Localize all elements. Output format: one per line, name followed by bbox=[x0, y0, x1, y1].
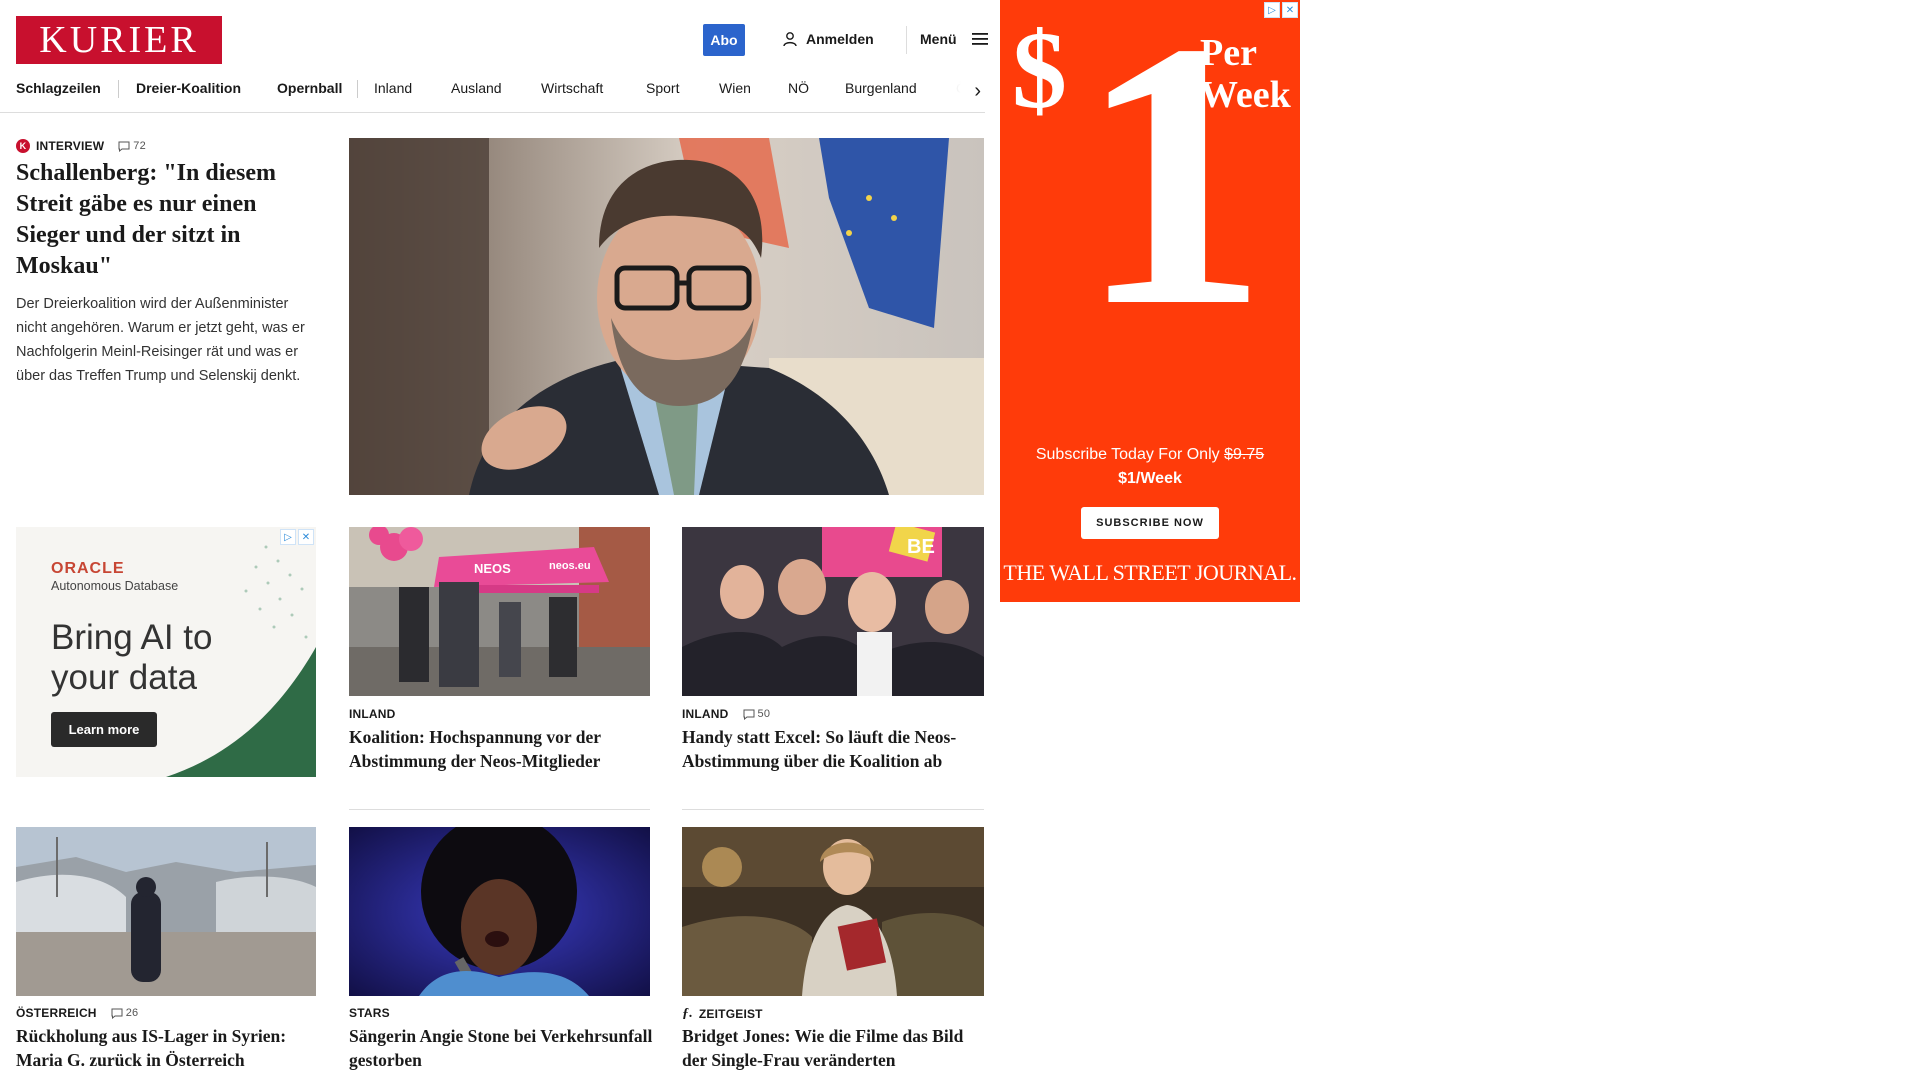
nav-item-wien[interactable]: Wien bbox=[719, 80, 751, 96]
article-image-neos-tent[interactable]: NEOS neos.eu bbox=[349, 527, 650, 696]
nav-item-wirtschaft[interactable]: Wirtschaft bbox=[541, 80, 603, 96]
article-3-kicker-label: ÖSTERREICH bbox=[16, 1006, 97, 1020]
nav-item-sport[interactable]: Sport bbox=[646, 80, 679, 96]
wsj-old-price: $9.75 bbox=[1224, 446, 1265, 463]
article-image-neos-selfie[interactable]: BE bbox=[682, 527, 984, 696]
wsj-adchoices[interactable]: ▷ ✕ bbox=[1264, 2, 1298, 18]
adchoices-icon[interactable]: ▷ bbox=[280, 529, 296, 545]
comment-icon bbox=[118, 141, 130, 152]
wsj-offer-text: Subscribe Today For Only bbox=[1035, 446, 1220, 463]
article-2-comment-number: 50 bbox=[757, 708, 771, 720]
syria-camp-photo bbox=[16, 827, 316, 996]
oracle-product: Autonomous Database bbox=[51, 579, 179, 593]
wsj-week: Week bbox=[1200, 74, 1291, 116]
article-2-kicker: INLAND 50 bbox=[682, 707, 770, 721]
lead-kicker: K INTERVIEW 72 bbox=[16, 139, 146, 153]
wsj-subscribe-button[interactable]: SUBSCRIBE NOW bbox=[1081, 507, 1219, 539]
article-divider bbox=[349, 809, 650, 810]
angie-stone-photo bbox=[349, 827, 650, 996]
oracle-tagline-2: your data bbox=[51, 658, 197, 697]
oracle-brand: ORACLE bbox=[51, 560, 125, 577]
wsj-ad[interactable]: ▷ ✕ $ 1 Per Week Subscribe Today For Onl… bbox=[1000, 0, 1300, 602]
menu-button[interactable]: Menü bbox=[920, 31, 989, 47]
neos-tent-text-left: NEOS bbox=[474, 561, 511, 576]
nav-item-opernball[interactable]: Opernball bbox=[277, 80, 342, 96]
hamburger-icon bbox=[971, 33, 988, 45]
ad-close-icon[interactable]: ✕ bbox=[1282, 2, 1298, 18]
nav-item-burgenland[interactable]: Burgenland bbox=[845, 80, 917, 96]
article-3-comment-number: 26 bbox=[125, 1007, 139, 1019]
ad-close-icon[interactable]: ✕ bbox=[298, 529, 314, 545]
article-5-kicker: ƒ. ZEITGEIST bbox=[682, 1006, 763, 1022]
article-image-syria-camp[interactable] bbox=[16, 827, 316, 996]
article-1-kicker-label: INLAND bbox=[349, 707, 396, 721]
article-2-headline[interactable]: Handy statt Excel: So läuft die Neos-Abs… bbox=[682, 725, 987, 773]
nav-item-ausland[interactable]: Ausland bbox=[451, 80, 502, 96]
header-divider bbox=[906, 26, 907, 54]
wsj-offer-line: Subscribe Today For Only $9.75 bbox=[1000, 446, 1300, 464]
neos-sign-text: BE bbox=[907, 536, 935, 558]
lead-kicker-label: INTERVIEW bbox=[36, 139, 105, 153]
nav-divider bbox=[118, 80, 119, 98]
lead-image-schallenberg[interactable] bbox=[349, 138, 984, 495]
article-2-comment-count[interactable]: 50 bbox=[743, 708, 771, 720]
article-5-kicker-label: ZEITGEIST bbox=[698, 1007, 763, 1021]
nav-divider bbox=[357, 80, 358, 98]
wsj-dollar-sign: $ bbox=[1012, 9, 1067, 131]
article-image-bridget-jones[interactable] bbox=[682, 827, 984, 996]
article-4-kicker: STARS bbox=[349, 1006, 390, 1020]
neos-tent-text-right: neos.eu bbox=[549, 560, 591, 572]
zeitgeist-icon: ƒ. bbox=[682, 1006, 693, 1021]
lead-comment-count[interactable]: 72 bbox=[118, 140, 146, 152]
wsj-per: Per bbox=[1200, 32, 1257, 74]
comment-icon bbox=[743, 709, 755, 720]
section-nav: Schlagzeilen Dreier-Koalition Opernball … bbox=[0, 78, 985, 113]
lead-headline[interactable]: Schallenberg: "In diesem Streit gäbe es … bbox=[16, 158, 316, 282]
kurier-plus-icon: K bbox=[16, 139, 30, 153]
lead-teaser[interactable]: Der Dreierkoalition wird der Außenminist… bbox=[16, 292, 321, 388]
article-divider bbox=[682, 809, 984, 810]
lead-comment-number: 72 bbox=[133, 140, 146, 152]
article-3-headline[interactable]: Rückholung aus IS-Lager in Syrien: Maria… bbox=[16, 1024, 316, 1072]
neos-selfie-photo: BE bbox=[682, 527, 984, 696]
article-2-kicker-label: INLAND bbox=[682, 707, 729, 721]
nav-item-dreier-koalition[interactable]: Dreier-Koalition bbox=[136, 80, 241, 96]
wsj-new-price: $1/Week bbox=[1118, 470, 1182, 487]
nav-item-schlagzeilen[interactable]: Schlagzeilen bbox=[16, 80, 101, 96]
article-1-kicker: INLAND bbox=[349, 707, 396, 721]
nav-item-inland[interactable]: Inland bbox=[374, 80, 412, 96]
article-4-kicker-label: STARS bbox=[349, 1006, 390, 1020]
oracle-adchoices[interactable]: ▷ ✕ bbox=[280, 529, 314, 545]
lead-photo bbox=[349, 138, 984, 495]
menu-label: Menü bbox=[920, 31, 957, 47]
wsj-brand: THE WALL STREET JOURNAL. bbox=[1003, 560, 1297, 585]
neos-tent-photo: NEOS neos.eu bbox=[349, 527, 650, 696]
nav-scroll-right-icon[interactable]: › bbox=[974, 80, 981, 103]
login-button[interactable]: Anmelden bbox=[782, 31, 874, 47]
article-image-angie-stone[interactable] bbox=[349, 827, 650, 996]
comment-icon bbox=[111, 1008, 123, 1019]
kurier-logo[interactable]: KURIER bbox=[16, 16, 222, 64]
article-3-kicker: ÖSTERREICH 26 bbox=[16, 1006, 138, 1020]
oracle-tagline-1: Bring AI to bbox=[51, 618, 213, 657]
oracle-learn-more-button[interactable]: Learn more bbox=[51, 712, 157, 747]
oracle-ad[interactable]: ▷ ✕ ORACLE Autonomous Database Bring AI … bbox=[16, 527, 316, 777]
login-label: Anmelden bbox=[806, 31, 874, 47]
nav-item-noe[interactable]: NÖ bbox=[788, 80, 809, 96]
bridget-jones-photo bbox=[682, 827, 984, 996]
article-5-headline[interactable]: Bridget Jones: Wie die Filme das Bild de… bbox=[682, 1024, 987, 1072]
article-1-headline[interactable]: Koalition: Hochspannung vor der Abstimmu… bbox=[349, 725, 654, 773]
user-icon bbox=[783, 32, 797, 47]
article-3-comment-count[interactable]: 26 bbox=[111, 1007, 139, 1019]
abo-button[interactable]: Abo bbox=[703, 24, 745, 56]
article-4-headline[interactable]: Sängerin Angie Stone bei Verkehrsunfall … bbox=[349, 1024, 654, 1072]
